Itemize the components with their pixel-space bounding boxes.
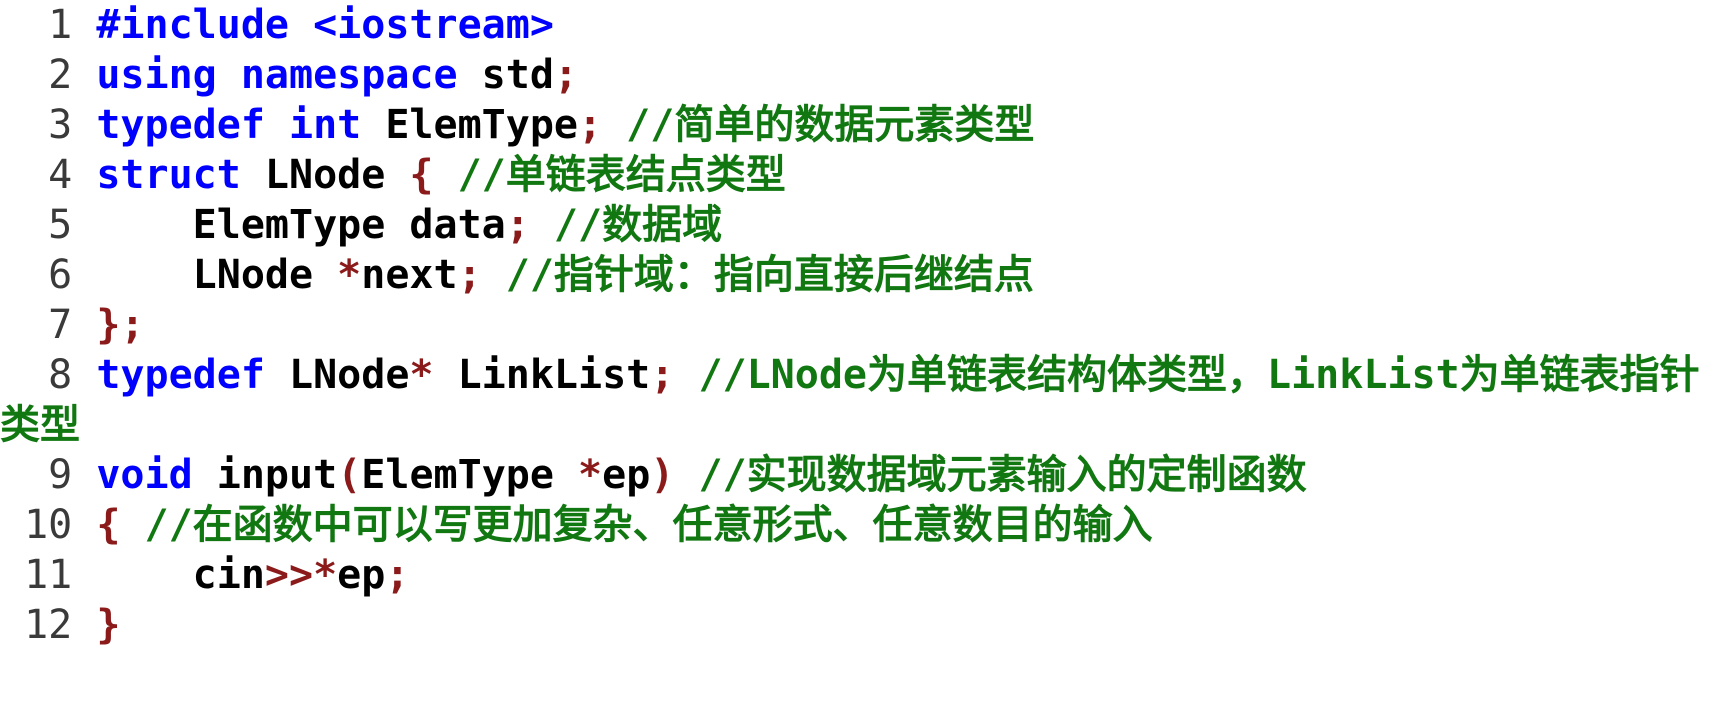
code-line[interactable]: 2 using namespace std;	[0, 50, 1725, 100]
code-token-id: ElemType	[385, 102, 578, 148]
code-token-punct: };	[96, 302, 145, 348]
code-line[interactable]: 5 ElemType data; //数据域	[0, 200, 1725, 250]
code-token-id: LNode	[96, 252, 338, 298]
code-token-punct: *	[578, 452, 603, 498]
code-token-punct: *	[337, 252, 362, 298]
code-token-kw: using namespace	[96, 52, 482, 98]
code-line[interactable]: 1 #include <iostream>	[0, 0, 1725, 50]
line-number: 4	[0, 152, 97, 198]
code-line[interactable]: 11 cin>>*ep;	[0, 550, 1725, 600]
line-number: 1	[0, 2, 97, 48]
code-token-punct: >>*	[264, 552, 338, 598]
line-number: 2	[0, 52, 97, 98]
code-token-punct: ;	[650, 352, 699, 398]
code-token-id: LinkList	[433, 352, 651, 398]
line-number: 11	[0, 552, 97, 598]
code-line[interactable]: 10 { //在函数中可以写更加复杂、任意形式、任意数目的输入	[0, 500, 1725, 550]
line-number: 10	[0, 502, 97, 548]
code-listing[interactable]: 1 #include <iostream> 2 using namespace …	[0, 0, 1725, 650]
code-token-punct: (	[337, 452, 362, 498]
code-token-id: std	[481, 52, 554, 98]
line-number: 7	[0, 302, 97, 348]
code-token-id: cin	[96, 552, 265, 598]
code-token-kw: <iostream>	[313, 2, 554, 48]
code-token-comment: //指针域：指向直接后继结点	[505, 252, 1034, 298]
line-number: 12	[0, 602, 97, 648]
code-line[interactable]: 6 LNode *next; //指针域：指向直接后继结点	[0, 250, 1725, 300]
code-line[interactable]: 7 };	[0, 300, 1725, 350]
code-line[interactable]: 12 }	[0, 600, 1725, 650]
code-token-id: ElemType data	[96, 202, 506, 248]
code-token-kw: typedef int	[96, 102, 386, 148]
code-token-punct: ;	[505, 202, 554, 248]
code-token-comment: //在函数中可以写更加复杂、任意形式、任意数目的输入	[144, 502, 1153, 548]
code-token-id: LNode	[264, 152, 410, 198]
code-token-kw: #include	[96, 2, 314, 48]
line-number: 6	[0, 252, 97, 298]
code-token-punct: {	[96, 502, 145, 548]
line-number: 8	[0, 352, 97, 398]
code-token-id: ElemType	[361, 452, 579, 498]
code-token-comment: //单链表结点类型	[457, 152, 786, 198]
code-token-kw: struct	[96, 152, 265, 198]
line-number: 5	[0, 202, 97, 248]
code-token-comment: //数据域	[553, 202, 723, 248]
code-token-id: ep	[602, 452, 651, 498]
code-token-punct: )	[650, 452, 699, 498]
code-token-punct: ;	[553, 52, 578, 98]
line-number: 3	[0, 102, 97, 148]
code-token-id: LNode	[289, 352, 410, 398]
code-line[interactable]: 9 void input(ElemType *ep) //实现数据域元素输入的定…	[0, 450, 1725, 500]
code-token-kw: void	[96, 452, 217, 498]
code-token-punct: ;	[457, 252, 506, 298]
code-token-kw: typedef	[96, 352, 289, 398]
code-token-punct: ;	[577, 102, 627, 148]
code-token-id: input	[216, 452, 338, 498]
line-number: 9	[0, 452, 97, 498]
code-token-punct: }	[96, 602, 121, 648]
code-line[interactable]: 8 typedef LNode* LinkList; //LNode为单链表结构…	[0, 350, 1725, 450]
code-token-punct: {	[409, 152, 458, 198]
code-token-comment: //实现数据域元素输入的定制函数	[698, 452, 1307, 498]
code-token-id: next	[361, 252, 458, 298]
code-token-punct: ;	[385, 552, 410, 598]
code-token-comment: //简单的数据元素类型	[626, 102, 1035, 148]
code-line[interactable]: 3 typedef int ElemType; //简单的数据元素类型	[0, 100, 1725, 150]
code-line[interactable]: 4 struct LNode { //单链表结点类型	[0, 150, 1725, 200]
code-token-id: ep	[337, 552, 386, 598]
code-token-punct: *	[409, 352, 434, 398]
